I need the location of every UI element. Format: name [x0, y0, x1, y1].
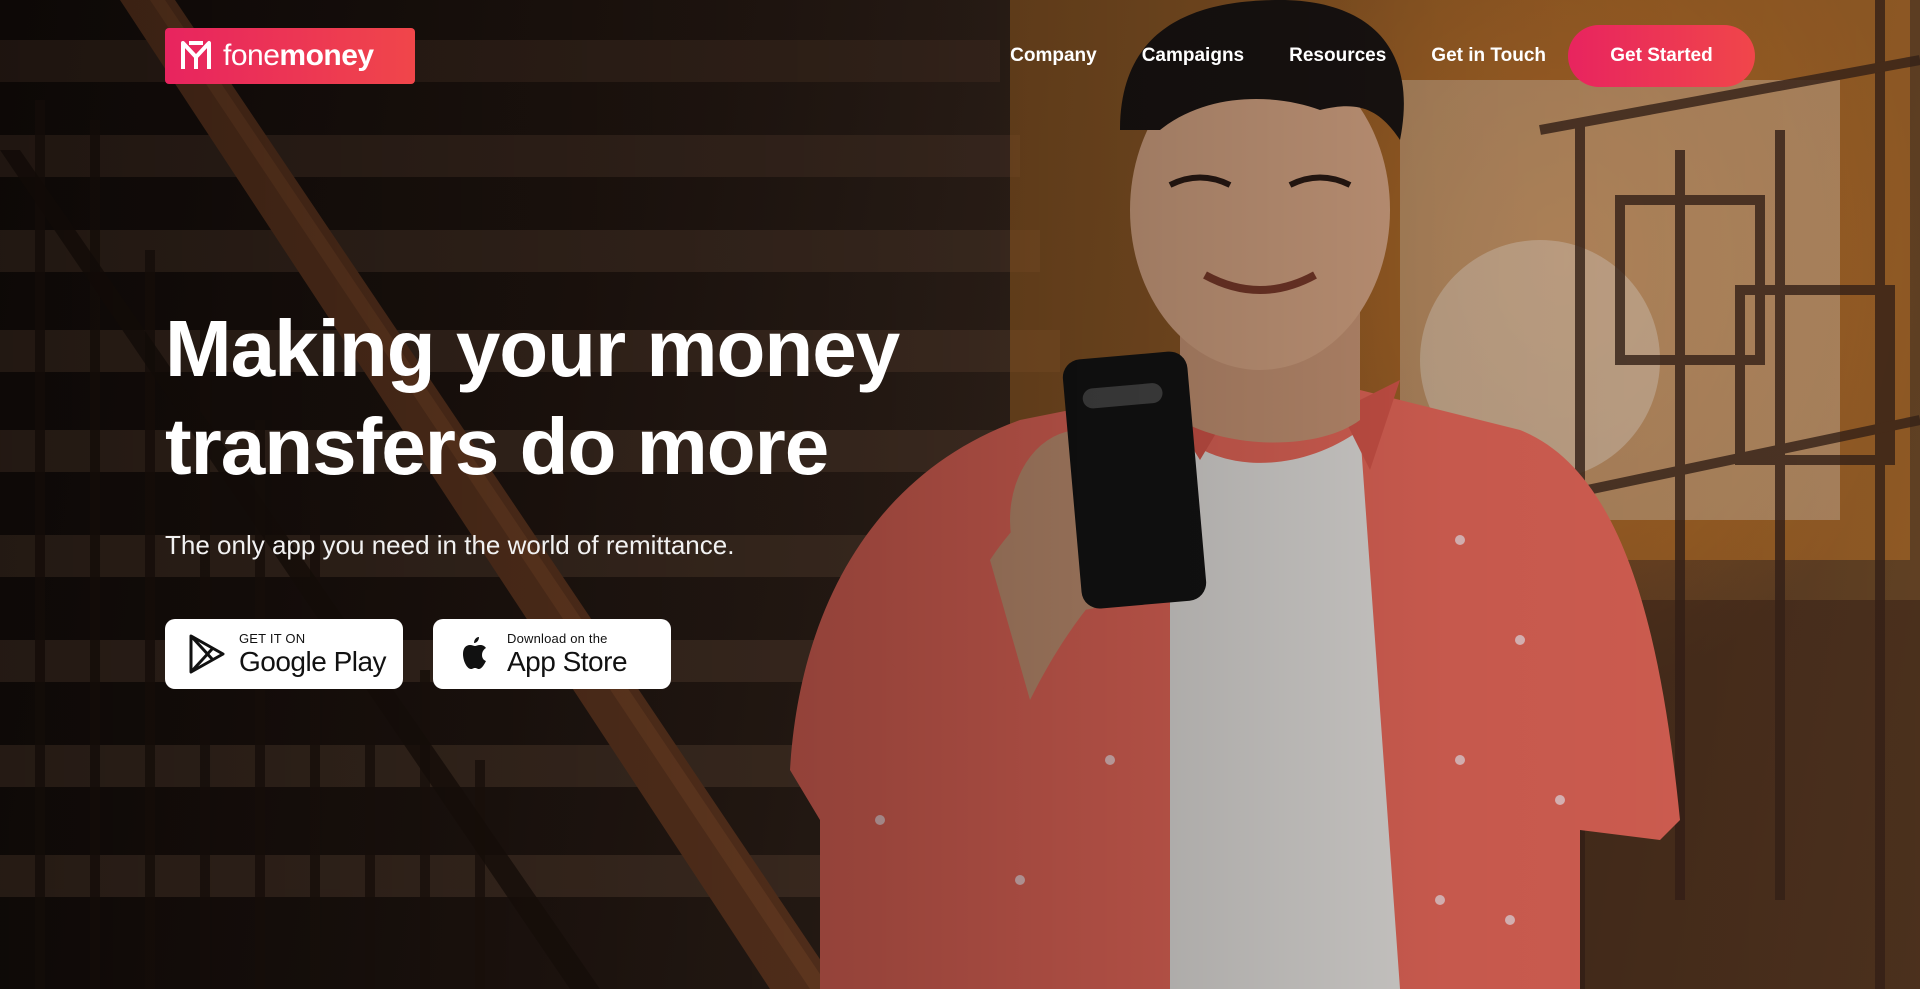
- google-play-icon: [189, 634, 225, 674]
- fonemoney-logo[interactable]: fonemoney: [165, 28, 415, 84]
- hero-headline: Making your money transfers do more: [165, 300, 985, 496]
- brand-name-bold: money: [279, 39, 374, 72]
- hero-copy: Making your money transfers do more The …: [165, 300, 985, 689]
- app-store-badge[interactable]: Download on the App Store: [433, 619, 671, 689]
- hero-subtext: The only app you need in the world of re…: [165, 530, 735, 560]
- fonemoney-logo-icon: [181, 41, 211, 69]
- app-store-small-label: Download on the: [507, 631, 608, 646]
- hero-headline-line1: Making your money: [165, 304, 900, 393]
- brand-name-light: fone: [223, 39, 280, 72]
- apple-icon: [463, 637, 486, 669]
- google-play-badge[interactable]: GET IT ON Google Play: [165, 619, 403, 689]
- google-play-small-label: GET IT ON: [239, 631, 306, 646]
- app-store-big-label: App Store: [507, 646, 628, 677]
- hero-headline-line2: transfers do more: [165, 402, 829, 491]
- google-play-text: GET IT ON Google Play: [239, 631, 387, 677]
- nav-link-resources[interactable]: Resources: [1289, 45, 1386, 67]
- app-store-text: Download on the App Store: [507, 631, 628, 677]
- google-play-big-label: Google Play: [239, 646, 387, 677]
- nav-link-company[interactable]: Company: [1010, 45, 1097, 67]
- nav-links: Company Campaigns Resources Get in Touch…: [965, 25, 1755, 87]
- get-started-button[interactable]: Get Started: [1568, 25, 1755, 87]
- brand-name: fonemoney: [223, 39, 374, 73]
- nav-link-campaigns[interactable]: Campaigns: [1142, 45, 1244, 67]
- nav-link-get-in-touch[interactable]: Get in Touch: [1431, 45, 1546, 67]
- app-store-badges: GET IT ON Google Play Download on the Ap…: [165, 619, 985, 689]
- hero-section: fonemoney Company Campaigns Resources Ge…: [0, 0, 1920, 989]
- top-navigation: fonemoney Company Campaigns Resources Ge…: [165, 25, 1755, 87]
